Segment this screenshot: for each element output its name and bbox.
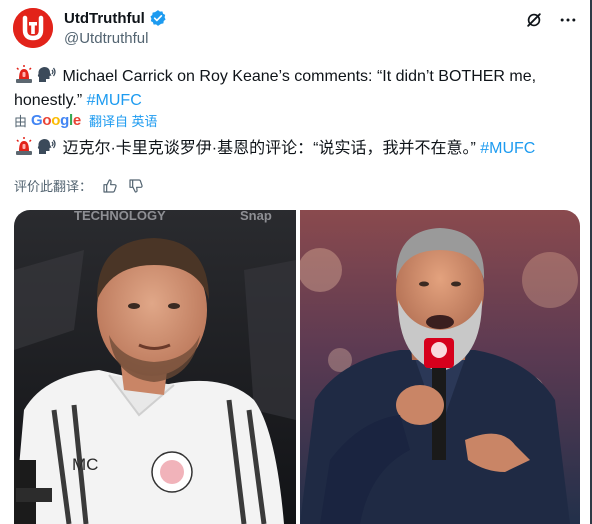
translated-text: 迈克尔·卡里克谈罗伊·基恩的评论：“说实话，我并不在意。” #MUFC [14, 136, 584, 161]
account-handle[interactable]: @Utdtruthful [64, 30, 148, 47]
avatar[interactable] [13, 8, 53, 48]
hashtag-link[interactable]: #MUFC [480, 140, 535, 157]
display-name[interactable]: UtdTruthful [64, 10, 145, 27]
account-name-row: UtdTruthful [64, 9, 167, 27]
press-conference-photo: TECHNOLOGY Snap MC [14, 210, 296, 524]
shirt-initials: MC [72, 455, 98, 474]
thumbs-down-icon[interactable] [128, 178, 144, 194]
rate-translation-label: 评价此翻译： [14, 179, 93, 194]
translation-attribution: 由 Google 翻译自 英语 [14, 111, 158, 130]
rate-translation-row: 评价此翻译： [14, 176, 144, 195]
utdtruthful-logo-icon [13, 8, 53, 48]
police-light-icon [16, 137, 32, 155]
hashtag-link[interactable]: #MUFC [87, 92, 142, 109]
translated-by-label: 由 [14, 114, 28, 129]
thumbs-up-icon[interactable] [102, 178, 118, 194]
backdrop-sponsor-text: TECHNOLOGY [74, 210, 166, 223]
verified-badge-icon [150, 10, 166, 26]
stadium-interview-photo [300, 210, 580, 524]
photo-carrick[interactable]: TECHNOLOGY Snap MC [14, 210, 296, 524]
police-light-icon [16, 65, 32, 83]
speaking-head-icon [37, 139, 56, 154]
tweet-top-actions [524, 10, 578, 30]
speaking-head-icon [37, 67, 56, 82]
translated-from-link[interactable]: 翻译自 英语 [89, 111, 158, 130]
backdrop-sponsor-text-2: Snap [240, 210, 272, 223]
more-options-icon[interactable] [558, 10, 578, 30]
media-gallery: TECHNOLOGY Snap MC [14, 210, 580, 524]
photo-keane[interactable] [300, 210, 580, 524]
tweet-text: Michael Carrick on Roy Keane’s comments:… [14, 64, 574, 113]
google-logo: Google [31, 112, 81, 129]
grok-icon[interactable] [524, 10, 544, 30]
translated-body: 迈克尔·卡里克谈罗伊·基恩的评论：“说实话，我并不在意。” [62, 140, 476, 157]
